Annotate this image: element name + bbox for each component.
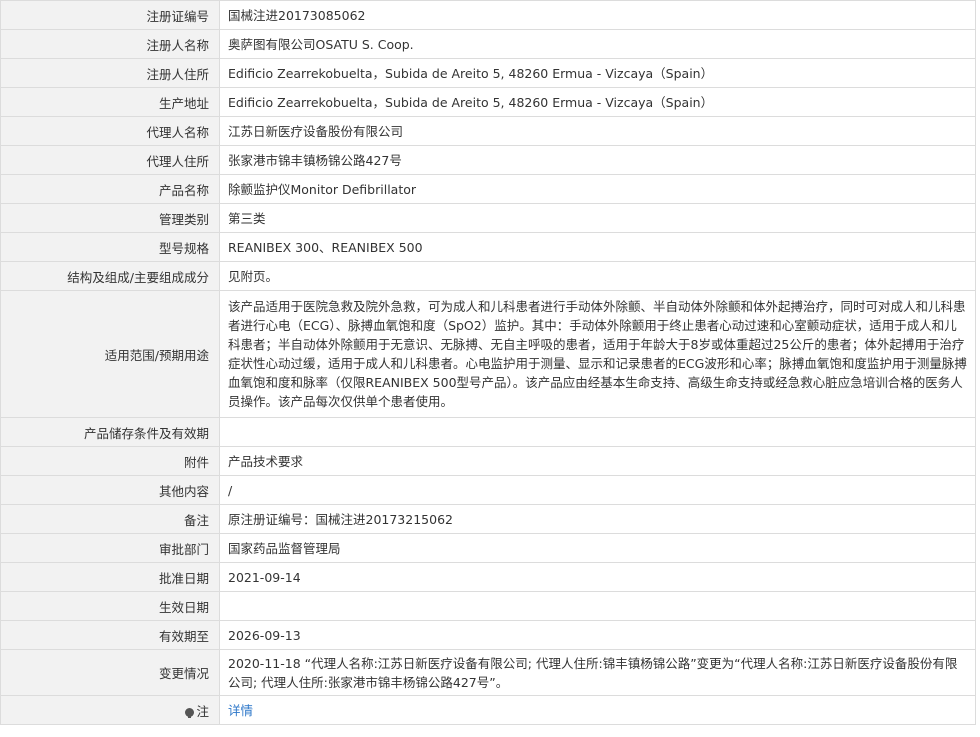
field-value: 见附页。 [219,261,976,291]
field-value: REANIBEX 300、REANIBEX 500 [219,232,976,262]
row-change-history: 变更情况 2020-11-18 “代理人名称:江苏日新医疗设备有限公司; 代理人… [0,649,976,696]
row-remarks: 备注 原注册证编号：国械注进20173215062 [0,504,976,534]
row-effective-date: 生效日期 [0,591,976,621]
row-registration-number: 注册证编号 国械注进20173085062 [0,0,976,30]
row-intended-use: 适用范围/预期用途 该产品适用于医院急救及院外急救，可为成人和儿科患者进行手动体… [0,290,976,418]
row-product-name: 产品名称 除颤监护仪Monitor Defibrillator [0,174,976,204]
field-value: 奥萨图有限公司OSATU S. Coop. [219,29,976,59]
field-value: 该产品适用于医院急救及院外急救，可为成人和儿科患者进行手动体外除颤、半自动体外除… [219,290,976,418]
row-agent-name: 代理人名称 江苏日新医疗设备股份有限公司 [0,116,976,146]
row-approval-department: 审批部门 国家药品监督管理局 [0,533,976,563]
field-label: 注册人名称 [0,29,220,59]
row-other-content: 其他内容 / [0,475,976,505]
row-structure-composition: 结构及组成/主要组成成分 见附页。 [0,261,976,291]
row-attachment: 附件 产品技术要求 [0,446,976,476]
field-value: 张家港市锦丰镇杨锦公路427号 [219,145,976,175]
row-valid-until: 有效期至 2026-09-13 [0,620,976,650]
field-value [219,591,976,621]
field-value: Edificio Zearrekobuelta，Subida de Areito… [219,87,976,117]
field-label: 附件 [0,446,220,476]
field-value: 产品技术要求 [219,446,976,476]
field-value: 2021-09-14 [219,562,976,592]
field-label: 代理人住所 [0,145,220,175]
registration-detail-table: 注册证编号 国械注进20173085062 注册人名称 奥萨图有限公司OSATU… [0,0,976,725]
field-label: 注册证编号 [0,0,220,30]
row-registrant-name: 注册人名称 奥萨图有限公司OSATU S. Coop. [0,29,976,59]
field-value: / [219,475,976,505]
field-label: 产品名称 [0,174,220,204]
field-value: 第三类 [219,203,976,233]
field-label: 管理类别 [0,203,220,233]
note-label-cell: 注 [0,695,220,725]
note-label: 注 [196,703,209,719]
field-value: 除颤监护仪Monitor Defibrillator [219,174,976,204]
field-value: 国械注进20173085062 [219,0,976,30]
field-label: 有效期至 [0,620,220,650]
field-label: 注册人住所 [0,58,220,88]
details-link[interactable]: 详情 [228,703,253,718]
row-registrant-address: 注册人住所 Edificio Zearrekobuelta，Subida de … [0,58,976,88]
note-value-cell: 详情 [219,695,976,725]
field-value: 2020-11-18 “代理人名称:江苏日新医疗设备有限公司; 代理人住所:锦丰… [219,649,976,696]
field-label: 批准日期 [0,562,220,592]
field-value: Edificio Zearrekobuelta，Subida de Areito… [219,58,976,88]
field-label: 生产地址 [0,87,220,117]
field-label: 变更情况 [0,649,220,696]
row-approval-date: 批准日期 2021-09-14 [0,562,976,592]
field-label: 适用范围/预期用途 [0,290,220,418]
field-label: 备注 [0,504,220,534]
field-value: 原注册证编号：国械注进20173215062 [219,504,976,534]
row-production-address: 生产地址 Edificio Zearrekobuelta，Subida de A… [0,87,976,117]
field-label: 生效日期 [0,591,220,621]
field-label: 代理人名称 [0,116,220,146]
row-model-spec: 型号规格 REANIBEX 300、REANIBEX 500 [0,232,976,262]
field-value: 江苏日新医疗设备股份有限公司 [219,116,976,146]
field-value: 国家药品监督管理局 [219,533,976,563]
field-label: 其他内容 [0,475,220,505]
row-note: 注 详情 [0,695,976,725]
row-management-category: 管理类别 第三类 [0,203,976,233]
row-agent-address: 代理人住所 张家港市锦丰镇杨锦公路427号 [0,145,976,175]
field-label: 产品储存条件及有效期 [0,417,220,447]
field-value: 2026-09-13 [219,620,976,650]
field-value [219,417,976,447]
row-storage-expiry: 产品储存条件及有效期 [0,417,976,447]
field-label: 结构及组成/主要组成成分 [0,261,220,291]
lightbulb-icon [185,707,195,718]
field-label: 审批部门 [0,533,220,563]
field-label: 型号规格 [0,232,220,262]
